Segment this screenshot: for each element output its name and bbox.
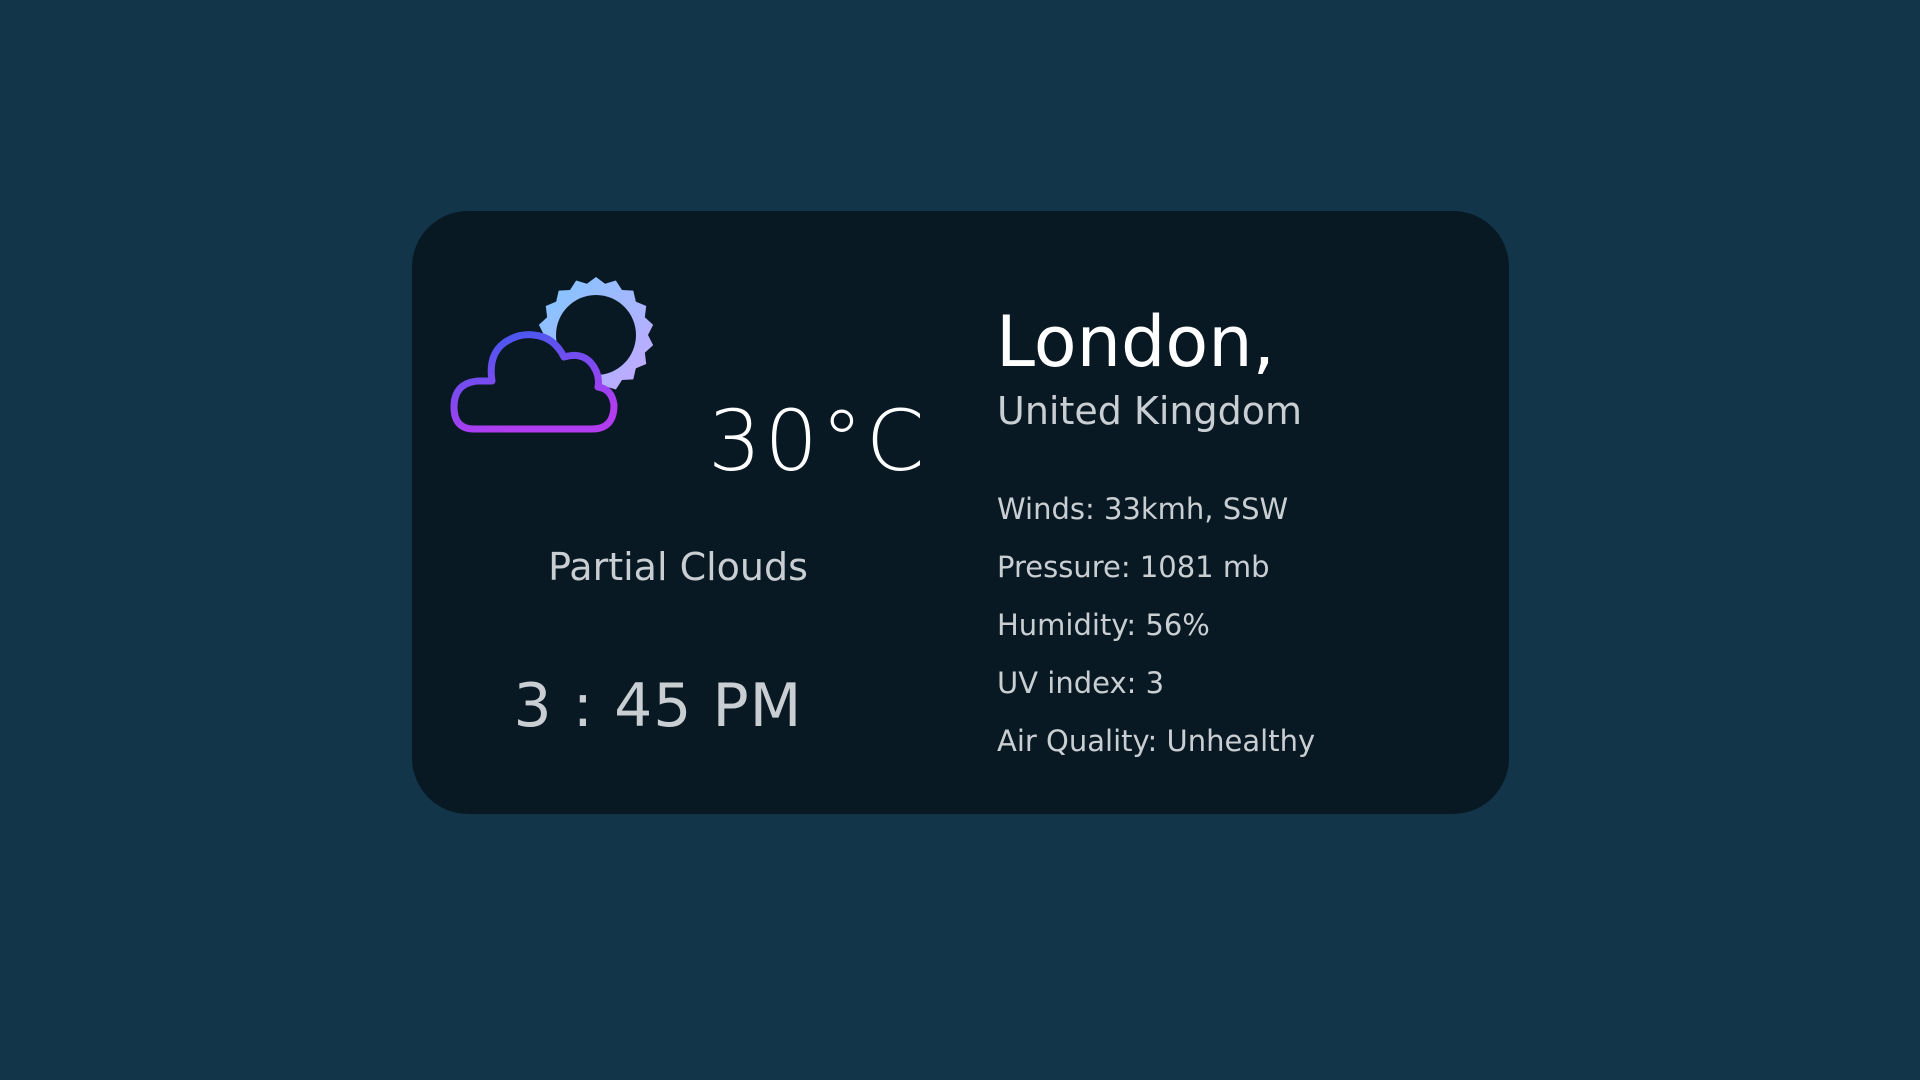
detail-winds: Winds: 33kmh, SSW <box>997 492 1289 526</box>
weather-card: 30°C Partial Clouds 3 : 45 PM London, Un… <box>412 211 1509 814</box>
current-time: 3 : 45 PM <box>513 671 803 741</box>
weather-details-list: Winds: 33kmh, SSW Pressure: 1081 mb Humi… <box>997 495 1315 785</box>
partly-cloudy-icon <box>448 271 664 467</box>
detail-air-quality: Air Quality: Unhealthy <box>997 724 1316 758</box>
detail-humidity: Humidity: 56% <box>997 608 1210 642</box>
country-name: United Kingdom <box>997 389 1303 433</box>
temperature-value: 30°C <box>708 392 928 490</box>
weather-condition: Partial Clouds <box>548 545 808 589</box>
detail-pressure: Pressure: 1081 mb <box>997 550 1270 584</box>
detail-uv-index: UV index: 3 <box>997 666 1165 700</box>
city-name: London, <box>996 301 1275 383</box>
